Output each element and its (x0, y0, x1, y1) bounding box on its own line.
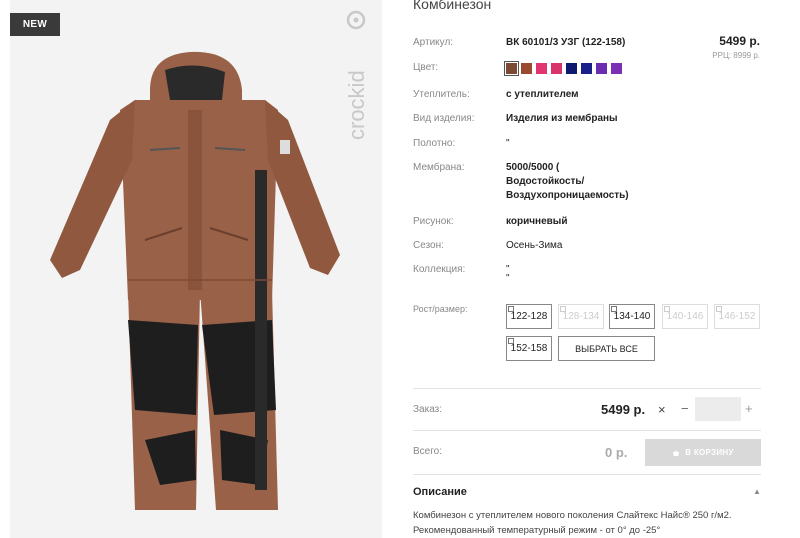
product-title: Комбинезон (413, 0, 492, 12)
size-option[interactable]: 152-158 (506, 336, 552, 361)
quantity-input[interactable] (695, 397, 741, 421)
color-swatch[interactable] (536, 63, 547, 74)
collection-label: Коллекция: (413, 264, 466, 275)
size-option[interactable]: 122-128 (506, 304, 552, 329)
color-swatch[interactable] (566, 63, 577, 74)
pattern-value: коричневый (506, 216, 568, 227)
quantity-plus-button[interactable]: + (745, 401, 753, 416)
membrane-label: Мембрана: (413, 162, 465, 173)
size-checkbox-icon (560, 306, 566, 312)
rrp-price: РРЦ: 8999 р. (712, 51, 760, 60)
size-option-label: 146-152 (718, 311, 756, 322)
season-value: Осень-Зима (506, 240, 563, 251)
article-label: Артикул: (413, 37, 454, 48)
cart-icon (673, 449, 680, 456)
description-text: Комбинезон с утеплителем нового поколени… (413, 510, 732, 536)
add-to-cart-label: В КОРЗИНУ (685, 448, 734, 457)
order-price: 5499 р. (601, 402, 646, 417)
membrane-line2: Водостойкость/ (506, 176, 585, 187)
product-image-panel[interactable]: NEW crockid (10, 0, 382, 538)
description-title[interactable]: Описание (413, 486, 467, 498)
size-option[interactable]: 140-146 (662, 304, 708, 329)
size-option-label: 122-128 (510, 311, 548, 322)
fabric-value: " (506, 138, 510, 149)
size-option-label: 134-140 (613, 311, 651, 322)
brand-logo-text: crockid (344, 70, 369, 140)
size-option[interactable]: 128-134 (558, 304, 604, 329)
total-price: 0 р. (605, 445, 628, 460)
order-label: Заказ: (413, 404, 443, 415)
brand-logo: crockid (344, 10, 369, 140)
season-label: Сезон: (413, 240, 444, 251)
color-swatch[interactable] (551, 63, 562, 74)
size-checkbox-icon (508, 338, 514, 344)
type-value: Изделия из мембраны (506, 113, 618, 124)
divider (413, 474, 761, 475)
divider (413, 430, 761, 431)
size-option-label: 128-134 (562, 311, 600, 322)
divider (413, 388, 761, 389)
collection-line2: " (506, 273, 510, 284)
size-option-label: 140-146 (666, 311, 704, 322)
color-label: Цвет: (413, 62, 439, 73)
add-to-cart-button[interactable]: В КОРЗИНУ (645, 439, 761, 466)
membrane-line3: Воздухопроницаемость) (506, 190, 629, 201)
size-option[interactable]: 134-140 (609, 304, 655, 329)
size-checkbox-icon (716, 306, 722, 312)
membrane-line1: 5000/5000 ( (506, 162, 560, 173)
size-option-label: 152-158 (510, 343, 548, 354)
color-swatch[interactable] (611, 63, 622, 74)
size-checkbox-icon (664, 306, 670, 312)
sizes-label: Рост/размер: (413, 304, 468, 314)
color-swatch[interactable] (504, 61, 519, 76)
product-photo[interactable] (10, 0, 382, 538)
chevron-up-icon[interactable]: ▲ (753, 487, 761, 496)
article-value: ВК 60101/3 УЗГ (122-158) (506, 37, 626, 48)
size-checkbox-icon (611, 306, 617, 312)
quantity-minus-button[interactable]: − (681, 401, 689, 416)
color-swatch[interactable] (521, 63, 532, 74)
product-price: 5499 р. (719, 34, 760, 48)
insulation-label: Утеплитель: (413, 89, 470, 100)
color-swatches (504, 61, 622, 76)
size-checkbox-icon (508, 306, 514, 312)
fabric-label: Полотно: (413, 138, 456, 149)
pattern-label: Рисунок: (413, 216, 454, 227)
color-swatch[interactable] (596, 63, 607, 74)
remove-icon[interactable]: × (658, 402, 666, 417)
new-badge: NEW (10, 13, 60, 36)
insulation-value: с утеплителем (506, 89, 579, 100)
size-option[interactable]: 146-152 (714, 304, 760, 329)
select-all-button[interactable]: ВЫБРАТЬ ВСЕ (558, 336, 655, 361)
type-label: Вид изделия: (413, 113, 475, 124)
total-label: Всего: (413, 446, 442, 457)
color-swatch[interactable] (581, 63, 592, 74)
